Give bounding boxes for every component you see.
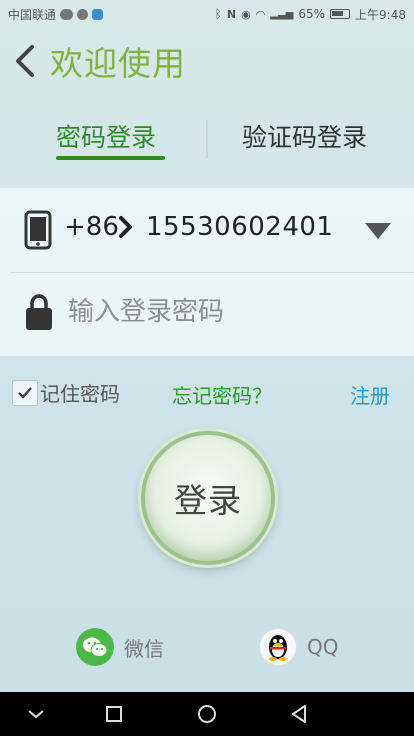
wechat-icon: [76, 628, 114, 666]
country-code[interactable]: +86: [64, 212, 119, 242]
page-title: 欢迎使用: [50, 44, 186, 83]
login-form: +86 15530602401: [0, 188, 414, 356]
signal-icon: ▂▃▅: [270, 8, 294, 20]
status-bar: 中国联通 ᛒ N ◉ ◠ ▂▃▅ 65% 上午9:48: [0, 0, 414, 28]
qq-login-button[interactable]: QQ: [259, 628, 338, 666]
tab-code-login[interactable]: 验证码登录: [242, 110, 367, 162]
recent-apps-button[interactable]: [96, 700, 132, 728]
phone-icon: [24, 210, 52, 250]
chevron-down-icon: [28, 710, 44, 719]
login-button-label: 登录: [174, 481, 242, 520]
tab-label: 密码登录: [56, 123, 157, 152]
home-button[interactable]: [189, 700, 225, 728]
chat-icon: [77, 8, 89, 20]
forgot-password-link[interactable]: 忘记密码？: [172, 380, 272, 409]
nfc-icon: N: [226, 7, 237, 21]
social-login: 微信 QQ: [0, 626, 414, 672]
header: 欢迎使用: [0, 32, 414, 90]
qq-penguin-icon: [259, 628, 297, 666]
back-arrow-icon: [16, 45, 34, 77]
lock-icon: [26, 294, 52, 330]
qq-label: QQ: [307, 635, 339, 659]
dropdown-triangle-icon[interactable]: [364, 222, 392, 240]
login-button[interactable]: 登录: [141, 431, 275, 565]
back-nav-button[interactable]: [281, 700, 317, 728]
shield-icon: [92, 8, 104, 20]
wifi-icon: ◠: [255, 7, 266, 21]
clock: 上午9:48: [355, 7, 406, 22]
wechat-label: 微信: [124, 636, 164, 661]
tab-password-login[interactable]: 密码登录: [56, 110, 156, 162]
password-input[interactable]: [68, 292, 388, 332]
checkmark-icon: [18, 386, 32, 399]
hide-keyboard-button[interactable]: [18, 700, 54, 728]
tab-label: 验证码登录: [242, 123, 368, 152]
eye-icon: ◉: [241, 7, 251, 21]
login-options: 记住密码 忘记密码？ 注册: [0, 376, 414, 410]
battery-icon: [330, 9, 351, 19]
password-row: [0, 272, 414, 356]
register-link[interactable]: 注册: [350, 380, 390, 409]
remember-password[interactable]: 记住密码: [12, 378, 120, 407]
wechat-login-button[interactable]: 微信: [76, 628, 164, 666]
phone-number[interactable]: 15530602401: [146, 212, 333, 242]
battery-percent: 65%: [298, 7, 326, 21]
triangle-back-icon: [292, 705, 306, 723]
login-tabs: 密码登录 验证码登录: [0, 110, 414, 166]
remember-label: 记住密码: [40, 382, 120, 406]
bluetooth-icon: ᛒ: [214, 7, 222, 21]
navigation-bar: [0, 692, 414, 736]
phone-row: +86 15530602401: [0, 188, 414, 272]
active-tab-indicator: [56, 156, 165, 160]
square-icon: [106, 706, 122, 722]
wechat-icon: [60, 8, 74, 20]
chevron-right-icon[interactable]: [118, 214, 134, 240]
carrier-label: 中国联通: [8, 7, 57, 22]
remember-checkbox[interactable]: [12, 379, 38, 406]
back-button[interactable]: [0, 33, 50, 89]
circle-icon: [198, 705, 216, 723]
tab-divider: [206, 120, 208, 158]
